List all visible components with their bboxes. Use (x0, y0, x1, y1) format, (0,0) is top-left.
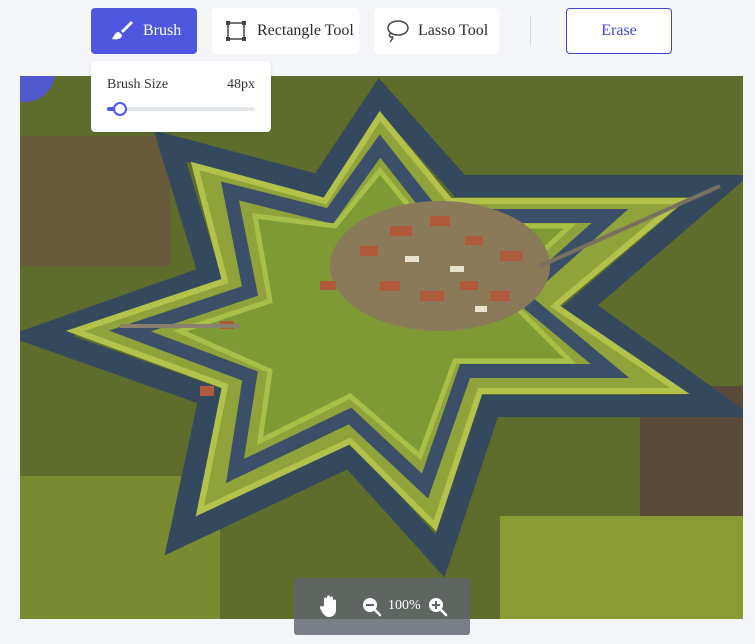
brush-size-label: Brush Size (107, 77, 169, 92)
image-canvas[interactable] (20, 76, 743, 619)
brush-tool-label: Brush (143, 22, 182, 39)
brush-size-value: 48px (227, 77, 255, 92)
rectangle-select-icon (223, 18, 249, 44)
zoom-controls: 100% (294, 578, 470, 635)
zoom-level: 100% (388, 598, 421, 613)
rectangle-tool-button[interactable]: Rectangle Tool (212, 8, 359, 54)
brush-size-slider-handle[interactable] (113, 102, 128, 116)
aerial-photo (20, 76, 743, 619)
zoom-in-icon[interactable] (428, 597, 448, 617)
zoom-out-icon[interactable] (362, 597, 382, 617)
brush-tool-button[interactable]: Brush (91, 8, 197, 54)
erase-button[interactable]: Erase (566, 8, 672, 54)
hand-icon[interactable] (319, 594, 341, 618)
toolbar-divider (530, 15, 531, 46)
lasso-tool-label: Lasso Tool (418, 22, 489, 39)
paintbrush-icon (109, 18, 135, 44)
brush-size-slider[interactable] (107, 102, 255, 116)
brush-settings-popup: Brush Size 48px (91, 61, 271, 132)
lasso-icon (384, 18, 410, 44)
rectangle-tool-label: Rectangle Tool (257, 22, 354, 39)
lasso-tool-button[interactable]: Lasso Tool (374, 8, 499, 54)
erase-button-label: Erase (601, 22, 637, 39)
